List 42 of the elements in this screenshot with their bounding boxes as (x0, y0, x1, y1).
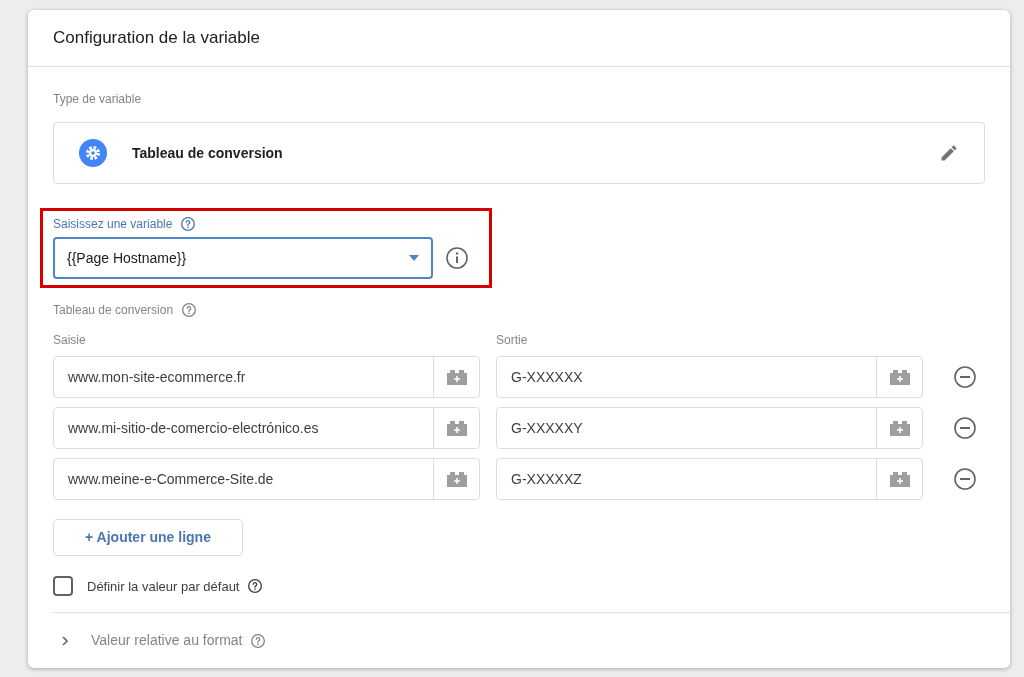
checkbox-label: Définir la valeur par défaut (87, 577, 240, 596)
remove-row-icon[interactable] (953, 365, 977, 390)
text-field[interactable]: G-XXXXXY (496, 407, 923, 450)
field-label: Tableau de conversion (53, 302, 174, 320)
field-label: Type de variable (53, 91, 143, 109)
text-field[interactable]: www.mon-site-ecommerce.fr (53, 356, 480, 399)
brick-plus-icon (444, 471, 469, 488)
field-value: G-XXXXXX (510, 367, 584, 387)
info-icon[interactable] (445, 246, 469, 271)
variable-dropdown[interactable]: {{Page Hostname}} (53, 237, 433, 280)
brick-plus-icon (887, 369, 912, 386)
brick-plus-icon (444, 369, 469, 386)
field-label: Saisissez une variable (53, 216, 173, 234)
field-value: G-XXXXXY (510, 418, 584, 438)
text-field[interactable]: G-XXXXXZ (496, 458, 923, 501)
remove-row-icon[interactable] (953, 467, 977, 492)
text-field[interactable]: www.mi-sitio-de-comercio-electrónico.es (53, 407, 480, 450)
brick-plus-icon (887, 471, 912, 488)
field-value: G-XXXXXZ (510, 469, 583, 489)
remove-row-icon[interactable] (953, 416, 977, 441)
variable-type-name: Tableau de conversion (132, 143, 284, 163)
caret-icon (409, 255, 419, 262)
card-title: Configuration de la variable (53, 27, 260, 50)
field-value: www.mon-site-ecommerce.fr (67, 367, 247, 387)
field-value: www.meine-e-Commerce-Site.de (67, 469, 275, 489)
section-toggle[interactable]: Valeur relative au format (91, 630, 243, 652)
help-icon[interactable] (247, 578, 264, 595)
column-header: Sortie (496, 332, 528, 350)
chevron-icon[interactable] (59, 634, 71, 647)
text-field[interactable]: G-XXXXXX (496, 356, 923, 399)
checkbox[interactable] (53, 576, 73, 597)
variable-type-card[interactable]: Tableau de conversion (53, 122, 985, 185)
pencil-icon[interactable] (939, 143, 959, 164)
column-header: Saisie (53, 332, 87, 350)
dropdown-value: {{Page Hostname}} (67, 248, 188, 268)
help-icon[interactable] (180, 216, 197, 233)
brick-plus-icon (887, 420, 912, 437)
gear-icon (79, 139, 107, 168)
brick-plus-icon (444, 420, 469, 437)
field-value: www.mi-sitio-de-comercio-electrónico.es (67, 418, 320, 438)
text-field[interactable]: www.meine-e-Commerce-Site.de (53, 458, 480, 501)
add-row-button[interactable]: + Ajouter une ligne (53, 519, 243, 557)
